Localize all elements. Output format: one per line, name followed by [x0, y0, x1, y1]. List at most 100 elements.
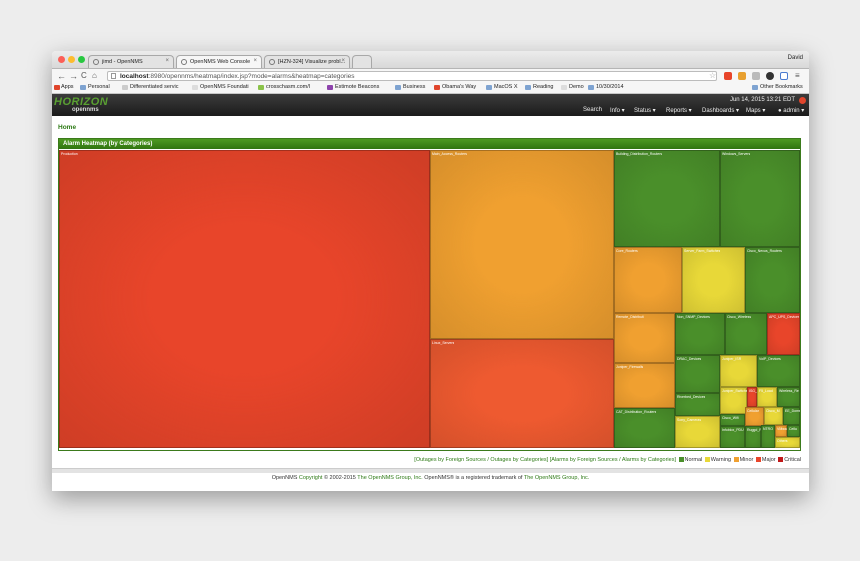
browser-tab-3[interactable]: [HZN-324] Visualize probl... × — [264, 55, 350, 68]
heatmap-cell-label: Production — [61, 152, 78, 156]
heatmap-cell[interactable]: Remote_Distributi — [614, 313, 675, 363]
heatmap-cell[interactable]: Core_Routers — [614, 247, 682, 313]
heatmap-cell-label: ISG_Swit — [749, 389, 757, 393]
heatmap-cell[interactable]: Wireless_Re — [777, 387, 800, 407]
new-tab-button[interactable] — [352, 55, 372, 68]
minimize-window-button[interactable] — [68, 56, 75, 63]
extension-icon[interactable] — [766, 72, 774, 80]
zoom-window-button[interactable] — [78, 56, 85, 63]
heatmap-cell[interactable]: Server_Farm_Switches — [682, 247, 745, 313]
heatmap-cell[interactable]: Cellu — [787, 425, 800, 437]
close-tab-icon[interactable]: × — [341, 58, 345, 64]
bookmark-item[interactable]: Obama's Way — [434, 84, 476, 90]
bookmark-item[interactable]: Business — [395, 84, 425, 90]
page-icon — [111, 73, 116, 79]
bookmark-item[interactable]: Reading — [525, 84, 554, 90]
forward-arrow-icon[interactable]: → — [69, 71, 78, 81]
menu-reports[interactable]: Reports ▾ — [666, 107, 692, 114]
heatmap-cell[interactable]: ISG_Swit — [747, 387, 757, 407]
heatmap-cell[interactable]: Juniper_ISR — [720, 355, 757, 387]
bookmark-item[interactable]: MacOS X — [486, 84, 518, 90]
browser-user-label[interactable]: David — [788, 55, 803, 61]
heatmap-cell[interactable]: Building_Distribution_Routers — [614, 150, 720, 247]
url-path: :8980/opennms/heatmap/index.jsp?mode=ala… — [148, 73, 355, 80]
heatmap-cell[interactable]: Production — [59, 150, 430, 448]
heatmap-cell[interactable]: Windows_Servers — [720, 150, 800, 247]
heatmap-cell[interactable]: EE_Dome — [783, 407, 800, 425]
opennms-group-link[interactable]: The OpenNMS Group, Inc. — [357, 475, 422, 481]
heatmap-cell[interactable]: Linux_Servers — [430, 339, 614, 448]
bookmark-item[interactable]: 10/30/2014 — [588, 84, 624, 90]
menu-info[interactable]: Info ▾ — [610, 107, 625, 114]
browser-tab-2[interactable]: OpenNMS Web Console × — [176, 55, 262, 68]
alarm-status-icon[interactable] — [799, 97, 806, 104]
extension-icon[interactable] — [724, 72, 732, 80]
menu-dashboards[interactable]: Dashboards ▾ — [702, 107, 739, 114]
heatmap-cell-label: Non_SNMP_Devices — [677, 315, 710, 319]
browser-toolbar: ← → C ⌂ localhost:8980/opennms/heatmap/i… — [52, 69, 809, 83]
breadcrumb[interactable]: Home — [58, 124, 76, 131]
heatmap-cell-label: Core_Routers — [616, 249, 638, 253]
bookmark-item[interactable]: crosschasm.com/l — [258, 84, 310, 90]
heatmap-cell[interactable]: Cisco_Wifi — [720, 414, 745, 426]
home-icon[interactable]: ⌂ — [92, 71, 97, 81]
bookmark-other[interactable]: Other Bookmarks — [752, 84, 803, 90]
heatmap-cell[interactable]: Cisco_M — [764, 407, 783, 425]
heatmap-cell[interactable]: Cellular — [745, 407, 764, 426]
address-bar[interactable]: localhost:8980/opennms/heatmap/index.jsp… — [107, 71, 717, 81]
star-icon[interactable]: ☆ — [709, 71, 716, 81]
menu-search[interactable]: Search — [583, 107, 602, 113]
heatmap-cell[interactable]: DRAC_Devices — [675, 355, 720, 393]
menu-icon[interactable]: ≡ — [795, 71, 800, 81]
heatmap-cell-label: Juniper_ISR — [722, 357, 742, 361]
heatmap-cell[interactable]: Ruggd_Rou — [745, 426, 761, 448]
panel-title: Alarm Heatmap (by Categories) — [59, 139, 800, 149]
heatmap-cell[interactable]: Cisco_Nexus_Routers — [745, 247, 800, 313]
browser-tab-1[interactable]: jimd - OpenNMS × — [88, 55, 174, 68]
close-window-button[interactable] — [58, 56, 65, 63]
heatmap-cell[interactable]: VMware — [775, 425, 787, 437]
extension-icon[interactable] — [738, 72, 746, 80]
heatmap-cell[interactable]: VoIP_Devices — [757, 355, 800, 387]
heatmap-cell[interactable]: NTRO — [761, 425, 775, 448]
heatmap-cell[interactable]: Sony_Cameras — [675, 416, 720, 448]
heatmap-legend: [Outages by Foreign Sources / Outages by… — [414, 457, 801, 463]
legend-critical: Critical — [777, 457, 801, 463]
bookmark-item[interactable]: Demo — [561, 84, 584, 90]
heatmap-cell[interactable]: Non_SNMP_Devices — [675, 313, 725, 355]
copyright-link[interactable]: Copyright — [299, 475, 323, 481]
heatmap-cell[interactable]: Riverbed_Devices — [675, 393, 720, 416]
reload-icon[interactable]: C — [81, 71, 87, 81]
bookmark-item[interactable]: Differentiated servic — [122, 84, 179, 90]
heatmap-cell-label: DRAC_Devices — [677, 357, 702, 361]
extension-icon[interactable] — [752, 72, 760, 80]
legend-major: Major — [755, 457, 776, 463]
heatmap-cell[interactable]: Main_Access_Routers — [430, 150, 614, 339]
tab-favicon-icon — [269, 59, 275, 65]
heatmap-cell-label: Cellu — [789, 427, 797, 431]
heatmap-cell[interactable]: Cisco_Wireless — [725, 313, 767, 355]
heatmap-cell[interactable]: F5_Load — [757, 387, 777, 407]
opennms-group-link[interactable]: The OpenNMS Group, Inc. — [524, 475, 589, 481]
menu-status[interactable]: Status ▾ — [634, 107, 656, 114]
heatmap-cell[interactable]: APC_UPS_Devices — [767, 313, 800, 355]
bookmark-item[interactable]: Personal — [80, 84, 110, 90]
close-tab-icon[interactable]: × — [253, 58, 257, 64]
heatmap-cell[interactable]: Others — [775, 437, 800, 448]
cast-icon[interactable] — [780, 72, 788, 80]
bookmark-item[interactable]: OpenNMS Foundati — [192, 84, 249, 90]
heatmap-cell-label: Cisco_Nexus_Routers — [747, 249, 782, 253]
heatmap-cell[interactable]: Infoblox_PDU — [720, 426, 745, 448]
bookmark-apps[interactable]: Apps — [54, 84, 74, 90]
heatmap-view-links[interactable]: [Outages by Foreign Sources / Outages by… — [414, 457, 676, 463]
back-arrow-icon[interactable]: ← — [57, 71, 66, 81]
heatmap-cell[interactable]: Juniper_Switches — [720, 387, 747, 414]
menu-admin[interactable]: ● admin ▾ — [778, 107, 804, 114]
admin-label: admin ▾ — [783, 108, 805, 114]
heatmap-cell[interactable]: Juniper_Firewalls — [614, 363, 675, 408]
footer-divider — [52, 468, 809, 473]
close-tab-icon[interactable]: × — [165, 58, 169, 64]
heatmap-cell[interactable]: CAT_Distribution_Routers — [614, 408, 675, 448]
menu-maps[interactable]: Maps ▾ — [746, 107, 765, 114]
bookmark-item[interactable]: Estimote Beacons — [327, 84, 379, 90]
